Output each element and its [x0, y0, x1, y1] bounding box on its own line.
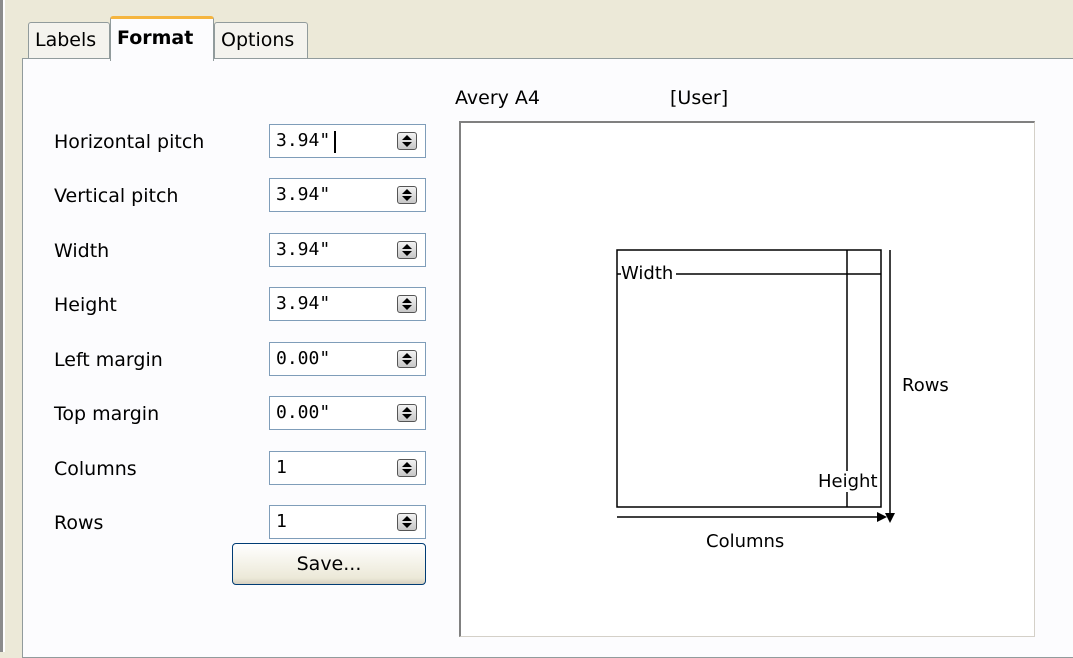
label-outline [616, 249, 882, 508]
columns-value: 1 [276, 457, 287, 478]
width-value: 3.94" [276, 239, 331, 260]
left-margin-value: 0.00" [276, 348, 331, 369]
tab-options[interactable]: Options [214, 22, 308, 58]
rows-label: Rows [54, 512, 104, 534]
horizontal-pitch-value: 3.94" [276, 130, 331, 151]
save-button[interactable]: Save... [232, 543, 426, 585]
height-diagram-label: Height [818, 471, 878, 492]
label-type: [User] [670, 87, 729, 109]
window-edge-highlight [3, 0, 5, 652]
rows-arrowhead [885, 513, 895, 523]
width-field[interactable]: 3.94" [269, 233, 426, 267]
rows-diagram-label: Rows [902, 375, 949, 396]
top-margin-value: 0.00" [276, 402, 331, 423]
columns-label: Columns [54, 458, 137, 480]
format-tab-panel: Horizontal pitch Vertical pitch Width He… [22, 58, 1073, 658]
rows-spinner[interactable] [397, 513, 417, 531]
columns-diagram-label: Columns [706, 531, 785, 552]
text-cursor [334, 131, 336, 153]
columns-field[interactable]: 1 [269, 451, 426, 485]
left-margin-field[interactable]: 0.00" [269, 342, 426, 376]
label-preview: Width Height Rows Columns [459, 121, 1035, 637]
horizontal-pitch-spinner[interactable] [397, 132, 417, 150]
width-diagram-label: Width [621, 263, 677, 284]
height-value: 3.94" [276, 293, 331, 314]
vertical-pitch-field[interactable]: 3.94" [269, 178, 426, 212]
vertical-pitch-value: 3.94" [276, 184, 331, 205]
vertical-pitch-label: Vertical pitch [54, 185, 179, 207]
preview-diagram [616, 249, 895, 523]
rows-field[interactable]: 1 [269, 505, 426, 539]
height-spinner[interactable] [397, 295, 417, 313]
tab-labels[interactable]: Labels [28, 22, 110, 58]
label-brand: Avery A4 [455, 87, 540, 109]
height-label: Height [54, 294, 117, 316]
left-margin-spinner[interactable] [397, 350, 417, 368]
top-margin-spinner[interactable] [397, 404, 417, 422]
width-spinner[interactable] [397, 241, 417, 259]
horizontal-pitch-label: Horizontal pitch [54, 131, 205, 153]
tab-format[interactable]: Format [110, 16, 214, 61]
height-field[interactable]: 3.94" [269, 287, 426, 321]
top-margin-field[interactable]: 0.00" [269, 396, 426, 430]
left-margin-label: Left margin [54, 349, 163, 371]
rows-value: 1 [276, 511, 287, 532]
vertical-pitch-spinner[interactable] [397, 186, 417, 204]
columns-spinner[interactable] [397, 459, 417, 477]
width-label: Width [54, 240, 110, 262]
top-margin-label: Top margin [54, 403, 160, 425]
horizontal-pitch-field[interactable]: 3.94" [269, 124, 426, 158]
